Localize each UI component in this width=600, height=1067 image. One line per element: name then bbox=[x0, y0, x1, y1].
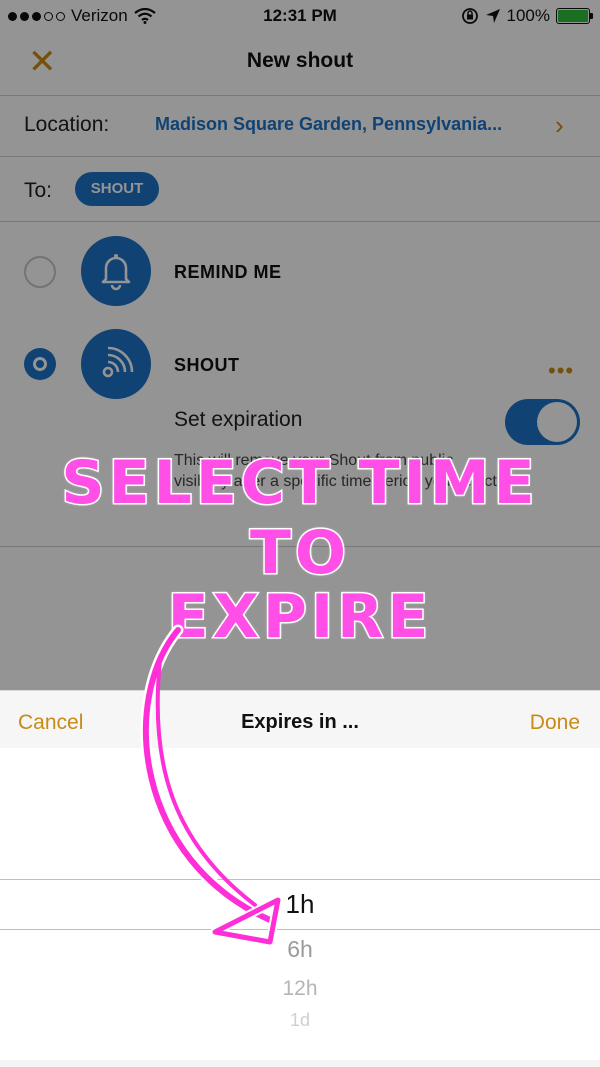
annotation-arrow-icon bbox=[140, 624, 283, 947]
